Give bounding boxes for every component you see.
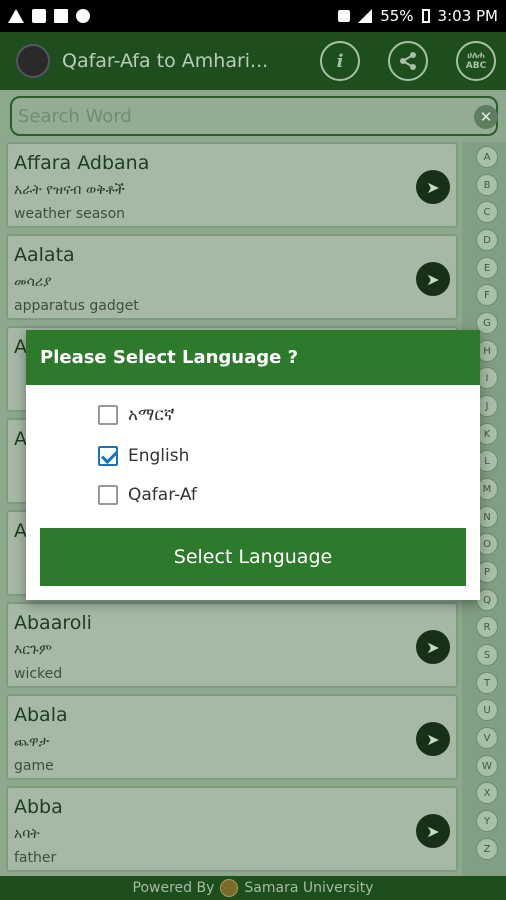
word: Abba xyxy=(14,796,63,818)
arrow-right-icon[interactable]: ➤ xyxy=(416,722,450,756)
index-letter[interactable]: U xyxy=(476,699,498,721)
arrow-right-icon[interactable]: ➤ xyxy=(416,170,450,204)
alphabet-icon-top: ሀለሐ xyxy=(467,51,485,61)
list-item[interactable]: Abala ጨዋታ game ➤ xyxy=(6,694,458,780)
index-letter[interactable]: W xyxy=(476,755,498,777)
amharic-translation: አባት xyxy=(14,826,40,842)
index-letter[interactable]: S xyxy=(476,644,498,666)
settings-icon xyxy=(76,9,90,23)
footer: Powered By Samara University xyxy=(0,876,506,900)
word: Abaaroli xyxy=(14,612,92,634)
mute-icon xyxy=(338,10,351,22)
checkbox[interactable] xyxy=(98,405,118,425)
app-bar: Qafar-Afa to Amhari... i ሀለሐ ABC xyxy=(0,32,506,90)
image-icon xyxy=(54,9,68,23)
info-icon[interactable]: i xyxy=(320,41,360,81)
index-letter[interactable]: Z xyxy=(476,838,498,860)
alphabet-icon-bottom: ABC xyxy=(465,61,487,71)
index-letter[interactable]: T xyxy=(476,672,498,694)
english-translation: game xyxy=(14,758,54,774)
option-label: አማርኛ xyxy=(128,405,175,425)
list-item[interactable]: Affara Adbana አራት የዝናብ ወቅቶች weather seas… xyxy=(6,142,458,228)
dialog-title: Please Select Language ? xyxy=(26,330,480,385)
option-label: Qafar-Af xyxy=(128,485,197,505)
index-letter[interactable]: V xyxy=(476,727,498,749)
language-option-amharic[interactable]: አማርኛ xyxy=(98,405,175,425)
language-option-qafar[interactable]: Qafar-Af xyxy=(98,485,197,505)
status-right: 55% 3:03 PM xyxy=(338,7,498,25)
status-bar: 55% 3:03 PM xyxy=(0,0,506,32)
amharic-translation: እርጉም xyxy=(14,642,52,658)
english-translation: wicked xyxy=(14,666,63,682)
language-option-english[interactable]: English xyxy=(98,446,189,466)
amharic-translation: አራት የዝናብ ወቅቶች xyxy=(14,182,125,198)
battery-icon xyxy=(421,9,430,23)
university-seal-icon xyxy=(220,879,239,897)
index-letter[interactable]: R xyxy=(476,616,498,638)
amharic-translation: ጨዋታ xyxy=(14,734,50,750)
folder-icon xyxy=(32,9,46,23)
index-letter[interactable]: A xyxy=(476,146,498,168)
checkbox[interactable] xyxy=(98,485,118,505)
warning-icon xyxy=(8,9,24,23)
clock: 3:03 PM xyxy=(437,7,498,25)
amharic-translation: መሳሪያ xyxy=(14,274,52,290)
list-item[interactable]: Abaaroli እርጉም wicked ➤ xyxy=(6,602,458,688)
arrow-right-icon[interactable]: ➤ xyxy=(416,262,450,296)
select-language-button[interactable]: Select Language xyxy=(40,528,466,586)
app-title: Qafar-Afa to Amhari... xyxy=(62,50,269,72)
index-letter[interactable]: D xyxy=(476,229,498,251)
english-translation: apparatus gadget xyxy=(14,298,139,314)
signal-icon xyxy=(358,9,373,23)
battery-percent: 55% xyxy=(380,7,414,25)
list-item[interactable]: Aalata መሳሪያ apparatus gadget ➤ xyxy=(6,234,458,320)
word: Abala xyxy=(14,704,68,726)
index-letter[interactable]: Y xyxy=(476,810,498,832)
arrow-right-icon[interactable]: ➤ xyxy=(416,814,450,848)
language-dialog: Please Select Language ? አማርኛ English Qa… xyxy=(26,330,480,600)
powered-by-label: Powered By xyxy=(132,880,215,896)
app-logo-avatar xyxy=(16,44,50,78)
status-left-icons xyxy=(8,9,90,23)
index-letter[interactable]: B xyxy=(476,174,498,196)
arrow-right-icon[interactable]: ➤ xyxy=(416,630,450,664)
index-letter[interactable]: X xyxy=(476,782,498,804)
search-bar: ✕ xyxy=(10,96,498,136)
english-translation: weather season xyxy=(14,206,126,222)
alphabet-icon[interactable]: ሀለሐ ABC xyxy=(456,41,496,81)
checkbox-checked[interactable] xyxy=(98,446,118,466)
list-item[interactable]: Abba አባት father ➤ xyxy=(6,786,458,872)
index-letter[interactable]: C xyxy=(476,201,498,223)
word: Aalata xyxy=(14,244,75,266)
share-glyph xyxy=(400,52,416,70)
university-name: Samara University xyxy=(244,880,374,896)
share-icon[interactable] xyxy=(388,41,428,81)
index-letter[interactable]: F xyxy=(476,284,498,306)
word: Affara Adbana xyxy=(14,152,150,174)
index-letter[interactable]: E xyxy=(476,257,498,279)
option-label: English xyxy=(128,446,190,466)
clear-search-icon[interactable]: ✕ xyxy=(474,105,498,129)
search-input[interactable] xyxy=(12,98,442,134)
english-translation: father xyxy=(14,850,57,866)
